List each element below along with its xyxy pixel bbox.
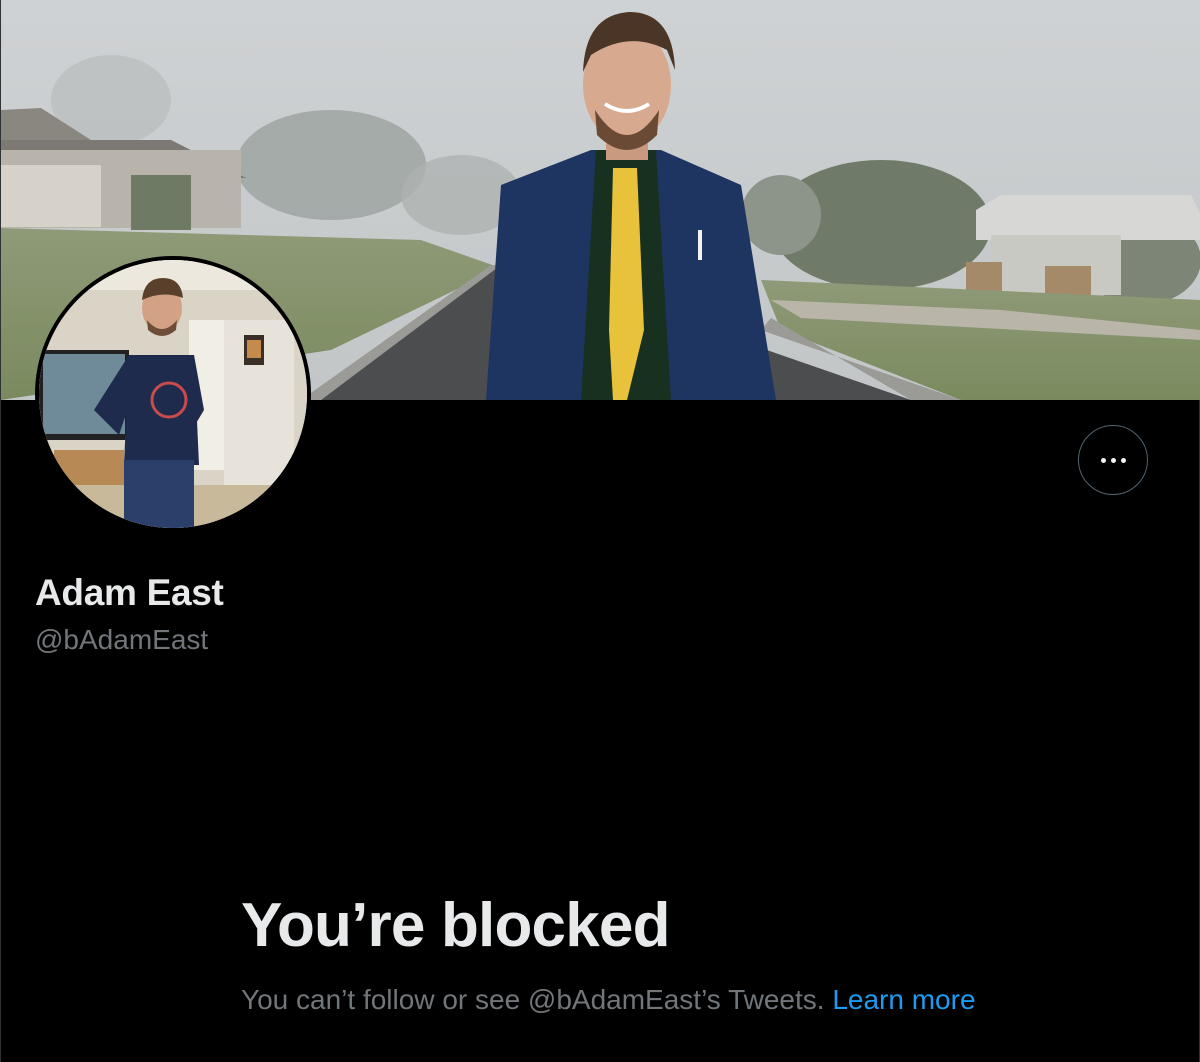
avatar-image	[39, 260, 307, 528]
blocked-title: You’re blocked	[241, 891, 670, 960]
blocked-message: You can’t follow or see @bAdamEast’s Twe…	[241, 980, 981, 1020]
learn-more-link[interactable]: Learn more	[832, 984, 975, 1015]
more-options-button[interactable]	[1078, 425, 1148, 495]
profile-handle: @bAdamEast	[35, 624, 209, 655]
blocked-message-text: You can’t follow or see @bAdamEast’s Twe…	[241, 984, 825, 1015]
profile-display-name: Adam East	[35, 572, 224, 613]
more-horizontal-icon	[1100, 457, 1126, 463]
profile-avatar[interactable]	[35, 256, 311, 532]
profile-page: Adam East @bAdamEast You’re blocked You …	[0, 0, 1200, 1062]
